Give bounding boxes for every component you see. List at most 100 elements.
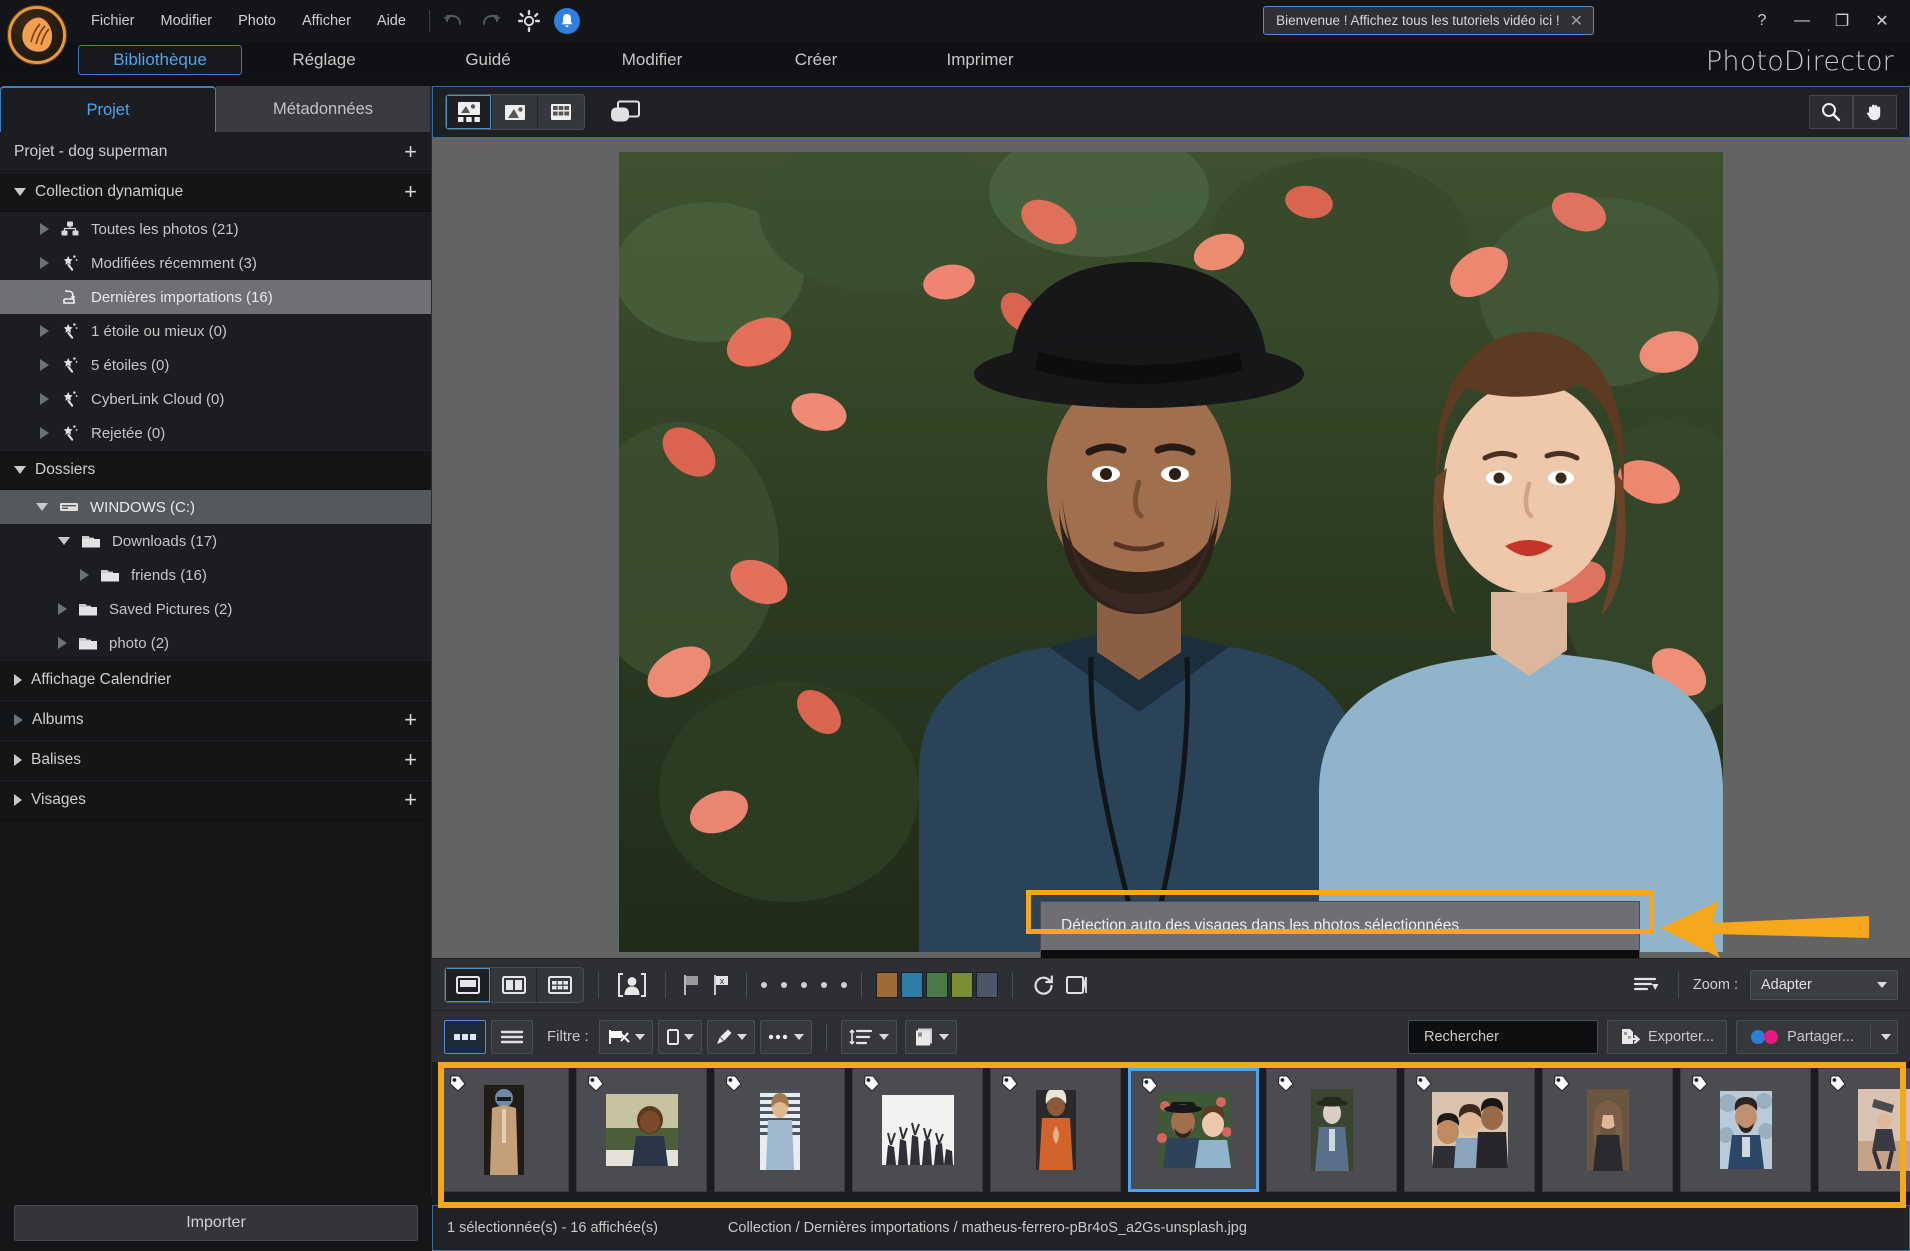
sidebar-item-windows-c[interactable]: WINDOWS (C:) — [0, 490, 431, 524]
tab-imprimer[interactable]: Imprimer — [898, 46, 1062, 74]
plus-icon[interactable]: + — [404, 749, 417, 771]
sidebar-item-toutes-les-photos[interactable]: Toutes les photos (21) — [0, 212, 431, 246]
chevron-down-icon[interactable] — [634, 1033, 645, 1040]
menu-item-detect-all-photos[interactable]: Détecter les visages dans toutes les pho… — [1041, 950, 1639, 958]
tab-creer[interactable]: Créer — [734, 46, 898, 74]
help-button[interactable]: ? — [1742, 4, 1782, 38]
tab-reglage[interactable]: Réglage — [242, 46, 406, 74]
chevron-right-icon[interactable] — [40, 359, 49, 371]
chevron-right-icon[interactable] — [40, 223, 49, 235]
rating-dot[interactable] — [821, 981, 827, 988]
face-tag-icon[interactable] — [613, 970, 651, 1000]
menu-afficher[interactable]: Afficher — [289, 9, 364, 33]
chevron-down-icon[interactable] — [36, 503, 48, 511]
color-swatch-green[interactable] — [926, 971, 948, 998]
section-albums[interactable]: Albums + — [0, 700, 431, 740]
tab-metadonnees[interactable]: Métadonnées — [216, 86, 431, 132]
tab-projet[interactable]: Projet — [0, 86, 216, 132]
redo-icon[interactable] — [478, 8, 504, 34]
thumbnail-5[interactable] — [990, 1068, 1121, 1192]
tab-bibliotheque[interactable]: Bibliothèque — [78, 45, 242, 75]
layout-grid[interactable] — [537, 967, 583, 1002]
view-mode-grid[interactable] — [538, 95, 584, 129]
chevron-right-icon[interactable] — [80, 569, 89, 581]
chevron-down-icon[interactable] — [736, 1033, 747, 1040]
compare-views-icon[interactable] — [605, 95, 645, 129]
sort-order-button[interactable] — [840, 1019, 897, 1054]
sidebar-item-cyberlink-cloud[interactable]: CyberLink Cloud (0) — [0, 382, 431, 416]
edit-filter-button[interactable] — [706, 1019, 755, 1054]
chevron-down-icon[interactable] — [793, 1033, 804, 1040]
thumbnail-7[interactable] — [1266, 1068, 1397, 1192]
search-box[interactable]: ✕ — [1408, 1019, 1631, 1054]
rating-filter-button[interactable] — [657, 1019, 702, 1054]
chevron-right-icon[interactable] — [40, 325, 49, 337]
hand-icon[interactable] — [1853, 95, 1897, 129]
tab-modifier[interactable]: Modifier — [570, 46, 734, 74]
chevron-down-icon[interactable] — [938, 1033, 949, 1040]
chevron-down-icon[interactable] — [58, 537, 70, 545]
chevron-down-icon[interactable] — [1881, 1033, 1891, 1040]
section-visages[interactable]: Visages + — [0, 780, 431, 820]
section-dossiers[interactable]: Dossiers — [0, 450, 431, 490]
chevron-right-icon[interactable] — [58, 603, 67, 615]
chevron-right-icon[interactable] — [58, 637, 67, 649]
view-mode-single[interactable] — [492, 95, 538, 129]
chevron-down-icon[interactable] — [14, 188, 26, 196]
restore-button[interactable]: ❐ — [1822, 4, 1862, 38]
straighten-icon[interactable] — [1061, 970, 1095, 1000]
menu-modifier[interactable]: Modifier — [148, 9, 226, 33]
gear-icon[interactable] — [516, 8, 542, 34]
section-affichage-calendrier[interactable]: Affichage Calendrier — [0, 660, 431, 700]
rating-dot[interactable] — [781, 981, 787, 988]
color-swatch-brown[interactable] — [876, 971, 898, 998]
magnifier-icon[interactable] — [1809, 95, 1853, 129]
rating-dot[interactable] — [841, 981, 847, 988]
plus-icon[interactable]: + — [404, 789, 417, 811]
section-collection-dynamique[interactable]: Collection dynamique + — [0, 172, 431, 212]
export-button[interactable]: Exporter... — [1607, 1019, 1728, 1054]
layout-split[interactable] — [491, 967, 537, 1002]
import-button[interactable]: Importer — [14, 1205, 418, 1241]
chevron-right-icon[interactable] — [40, 291, 49, 303]
flags-filter-button[interactable] — [598, 1019, 653, 1054]
thumbnail-1[interactable] — [438, 1068, 569, 1192]
close-icon[interactable]: ✕ — [1570, 11, 1583, 31]
thumbnail-9[interactable] — [1542, 1068, 1673, 1192]
chevron-right-icon[interactable] — [14, 794, 22, 806]
sidebar-item-saved-pictures[interactable]: Saved Pictures (2) — [0, 592, 431, 626]
rating-dot[interactable] — [761, 981, 767, 988]
search-input[interactable] — [1424, 1028, 1611, 1045]
plus-icon[interactable]: + — [404, 181, 417, 203]
chevron-right-icon[interactable] — [14, 674, 22, 686]
more-filter-button[interactable] — [759, 1019, 812, 1054]
color-swatch-gray[interactable] — [976, 971, 998, 998]
thumbnail-10[interactable] — [1680, 1068, 1811, 1192]
rating-dots[interactable] — [761, 981, 847, 988]
share-button[interactable]: Partager... — [1736, 1019, 1898, 1054]
chevron-down-icon[interactable] — [14, 466, 26, 474]
flag-icon[interactable] — [680, 972, 702, 998]
sidebar-item-downloads[interactable]: Downloads (17) — [0, 524, 431, 558]
undo-icon[interactable] — [440, 8, 466, 34]
chevron-down-icon[interactable] — [683, 1033, 694, 1040]
thumbnail-grid-icon[interactable] — [444, 1019, 486, 1054]
chevron-right-icon[interactable] — [14, 754, 22, 766]
thumbnail-4[interactable] — [852, 1068, 983, 1192]
list-lines-icon[interactable] — [491, 1019, 533, 1054]
section-balises[interactable]: Balises + — [0, 740, 431, 780]
chevron-right-icon[interactable] — [14, 714, 23, 726]
chevron-down-icon[interactable] — [1877, 981, 1887, 988]
zoom-select[interactable]: Adapter — [1750, 969, 1898, 1000]
minimize-button[interactable]: — — [1782, 4, 1822, 38]
photo-viewer[interactable]: Détection auto des visages dans les phot… — [432, 138, 1910, 958]
sidebar-item-rejetee[interactable]: Rejetée (0) — [0, 416, 431, 450]
thumbnail-6-selected[interactable] — [1128, 1068, 1259, 1192]
chevron-right-icon[interactable] — [40, 427, 49, 439]
flag-reject-icon[interactable]: x — [710, 972, 732, 998]
rotate-icon[interactable] — [1027, 970, 1061, 1000]
color-swatch-olive[interactable] — [951, 971, 973, 998]
chevron-down-icon[interactable] — [878, 1033, 889, 1040]
menu-item-detection-auto-selected[interactable]: Détection auto des visages dans les phot… — [1041, 902, 1639, 950]
rating-dot[interactable] — [801, 981, 807, 988]
